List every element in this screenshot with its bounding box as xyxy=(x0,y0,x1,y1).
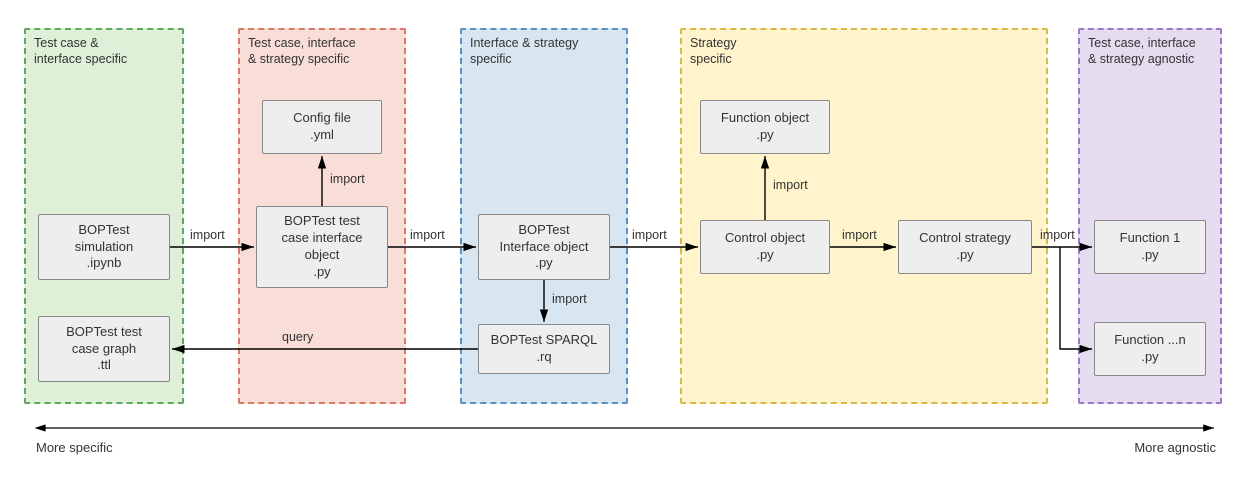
node-boptest-interface-object: BOPTest Interface object .py xyxy=(478,214,610,280)
node-line: simulation xyxy=(75,239,134,256)
node-config-file: Config file .yml xyxy=(262,100,382,154)
node-line: Interface object xyxy=(500,239,589,256)
edge-label-import: import xyxy=(773,178,808,192)
node-line: .py xyxy=(1141,247,1158,264)
node-line: BOPTest SPARQL xyxy=(491,332,598,349)
node-line: BOPTest xyxy=(78,222,129,239)
node-line: Control object xyxy=(725,230,805,247)
zone-title: Test case & interface specific xyxy=(34,36,174,67)
node-boptest-sparql: BOPTest SPARQL .rq xyxy=(478,324,610,374)
node-line: .py xyxy=(535,255,552,272)
edge-label-import: import xyxy=(330,172,365,186)
node-line: Function object xyxy=(721,110,809,127)
edge-label-import: import xyxy=(632,228,667,242)
node-line: .py xyxy=(313,264,330,281)
zone-strategy: Strategy specific xyxy=(680,28,1048,404)
edge-label-import: import xyxy=(842,228,877,242)
zone-title: Test case, interface & strategy specific xyxy=(248,36,396,67)
node-line: .ipynb xyxy=(87,255,122,272)
node-line: .yml xyxy=(310,127,334,144)
diagram-container: Test case & interface specific Test case… xyxy=(0,0,1244,500)
node-control-object: Control object .py xyxy=(700,220,830,274)
node-function-object: Function object .py xyxy=(700,100,830,154)
node-line: case interface xyxy=(282,230,363,247)
node-line: .rq xyxy=(536,349,551,366)
node-line: BOPTest test xyxy=(66,324,142,341)
node-line: .py xyxy=(756,247,773,264)
node-line: Function 1 xyxy=(1120,230,1181,247)
node-line: case graph xyxy=(72,341,136,358)
node-boptest-testcase-interface-object: BOPTest test case interface object .py xyxy=(256,206,388,288)
edge-label-import: import xyxy=(1040,228,1075,242)
node-line: .py xyxy=(756,127,773,144)
node-function-1: Function 1 .py xyxy=(1094,220,1206,274)
zone-title: Interface & strategy specific xyxy=(470,36,618,67)
node-function-n: Function ...n .py xyxy=(1094,322,1206,376)
node-line: .py xyxy=(956,247,973,264)
node-line: Control strategy xyxy=(919,230,1011,247)
axis-label-right: More agnostic xyxy=(1134,440,1216,455)
node-line: .py xyxy=(1141,349,1158,366)
node-boptest-simulation: BOPTest simulation .ipynb xyxy=(38,214,170,280)
node-control-strategy: Control strategy .py xyxy=(898,220,1032,274)
node-line: .ttl xyxy=(97,357,111,374)
zone-title: Test case, interface & strategy agnostic xyxy=(1088,36,1212,67)
edge-label-import: import xyxy=(190,228,225,242)
edge-label-import: import xyxy=(552,292,587,306)
node-line: Config file xyxy=(293,110,351,127)
axis-label-left: More specific xyxy=(36,440,113,455)
node-line: BOPTest xyxy=(518,222,569,239)
node-line: BOPTest test xyxy=(284,213,360,230)
node-line: Function ...n xyxy=(1114,332,1186,349)
edge-label-import: import xyxy=(410,228,445,242)
node-line: object xyxy=(305,247,340,264)
edge-label-query: query xyxy=(282,330,313,344)
zone-title: Strategy specific xyxy=(690,36,1038,67)
node-boptest-testcase-graph: BOPTest test case graph .ttl xyxy=(38,316,170,382)
